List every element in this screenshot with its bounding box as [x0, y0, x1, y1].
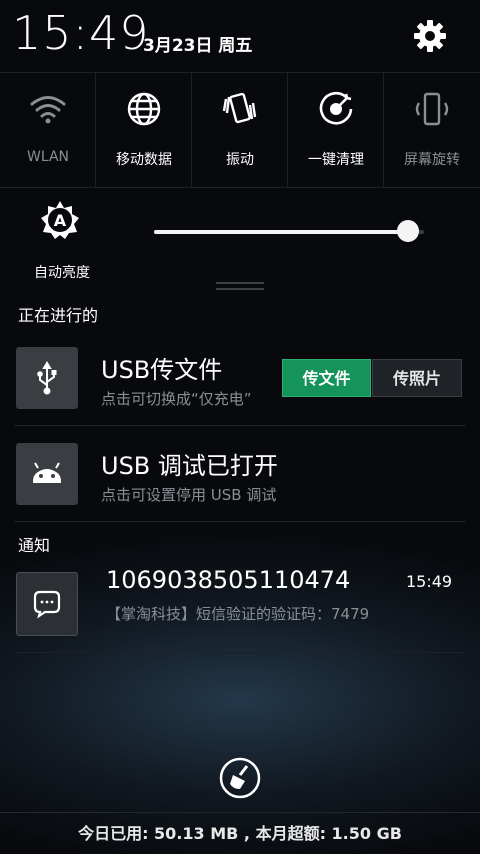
toggle-label: WLAN: [26, 149, 69, 165]
clear-all-button[interactable]: [218, 756, 262, 800]
message-icon: [16, 572, 78, 636]
toggle-vibrate[interactable]: 振动: [192, 73, 288, 187]
toggle-wlan[interactable]: WLAN: [0, 73, 96, 187]
toggle-mobile-data[interactable]: 移动数据: [96, 73, 192, 187]
divider: [14, 425, 466, 426]
toggle-rotate[interactable]: 屏幕旋转: [384, 73, 480, 187]
status-header: 15:49 3月23日 周五: [0, 0, 480, 72]
clock: 15:49: [12, 6, 150, 60]
brightness-slider[interactable]: [154, 220, 424, 242]
quick-settings-toggles: WLAN 移动数据 振动 一键清理 屏幕旋转: [0, 72, 480, 188]
transfer-files-button[interactable]: 传文件: [282, 359, 371, 397]
broom-icon: [230, 765, 249, 789]
toggle-label: 一键清理: [308, 152, 364, 168]
sms-body: 【掌淘科技】短信验证的验证码：7479: [106, 605, 370, 623]
toggle-label: 移动数据: [116, 152, 172, 168]
auto-brightness-icon[interactable]: A: [40, 200, 80, 240]
divider: [14, 521, 466, 522]
drag-handle[interactable]: [216, 288, 264, 290]
globe-icon: [124, 89, 164, 129]
date-label: 3月23日 周五: [143, 36, 253, 56]
android-icon: [16, 443, 78, 505]
clean-icon: [316, 89, 356, 129]
toggle-one-key-clean[interactable]: 一键清理: [288, 73, 384, 187]
gear-icon[interactable]: [410, 16, 450, 56]
drag-handle[interactable]: [216, 282, 264, 284]
vibrate-icon: [220, 89, 260, 129]
toggle-label: 屏幕旋转: [404, 152, 460, 168]
svg-text:A: A: [54, 211, 67, 230]
brightness-slider-thumb[interactable]: [396, 220, 419, 242]
sms-sender: 1069038505110474: [106, 566, 351, 594]
brightness-slider-fill: [154, 230, 408, 234]
toggle-label: 振动: [226, 152, 254, 168]
wifi-icon: [28, 89, 68, 129]
transfer-photos-button[interactable]: 传照片: [372, 359, 462, 397]
auto-brightness-label: 自动亮度: [34, 265, 90, 281]
usb-debug-title: USB 调试已打开: [101, 452, 278, 480]
usb-transfer-subtitle: 点击可切换成“仅充电”: [101, 390, 252, 408]
notifications-header: 通知: [18, 536, 51, 555]
usb-transfer-title: USB传文件: [101, 356, 223, 384]
usb-debug-subtitle: 点击可设置停用 USB 调试: [101, 486, 277, 504]
divider: [14, 652, 466, 653]
ongoing-header: 正在进行的: [18, 306, 99, 325]
data-usage-footer: 今日已用: 50.13 MB , 本月超额: 1.50 GB: [78, 824, 402, 843]
usb-debug-notification[interactable]: USB 调试已打开 点击可设置停用 USB 调试: [0, 428, 480, 524]
usb-icon: [16, 347, 78, 409]
rotate-icon: [412, 89, 452, 129]
sms-time: 15:49: [406, 572, 453, 591]
